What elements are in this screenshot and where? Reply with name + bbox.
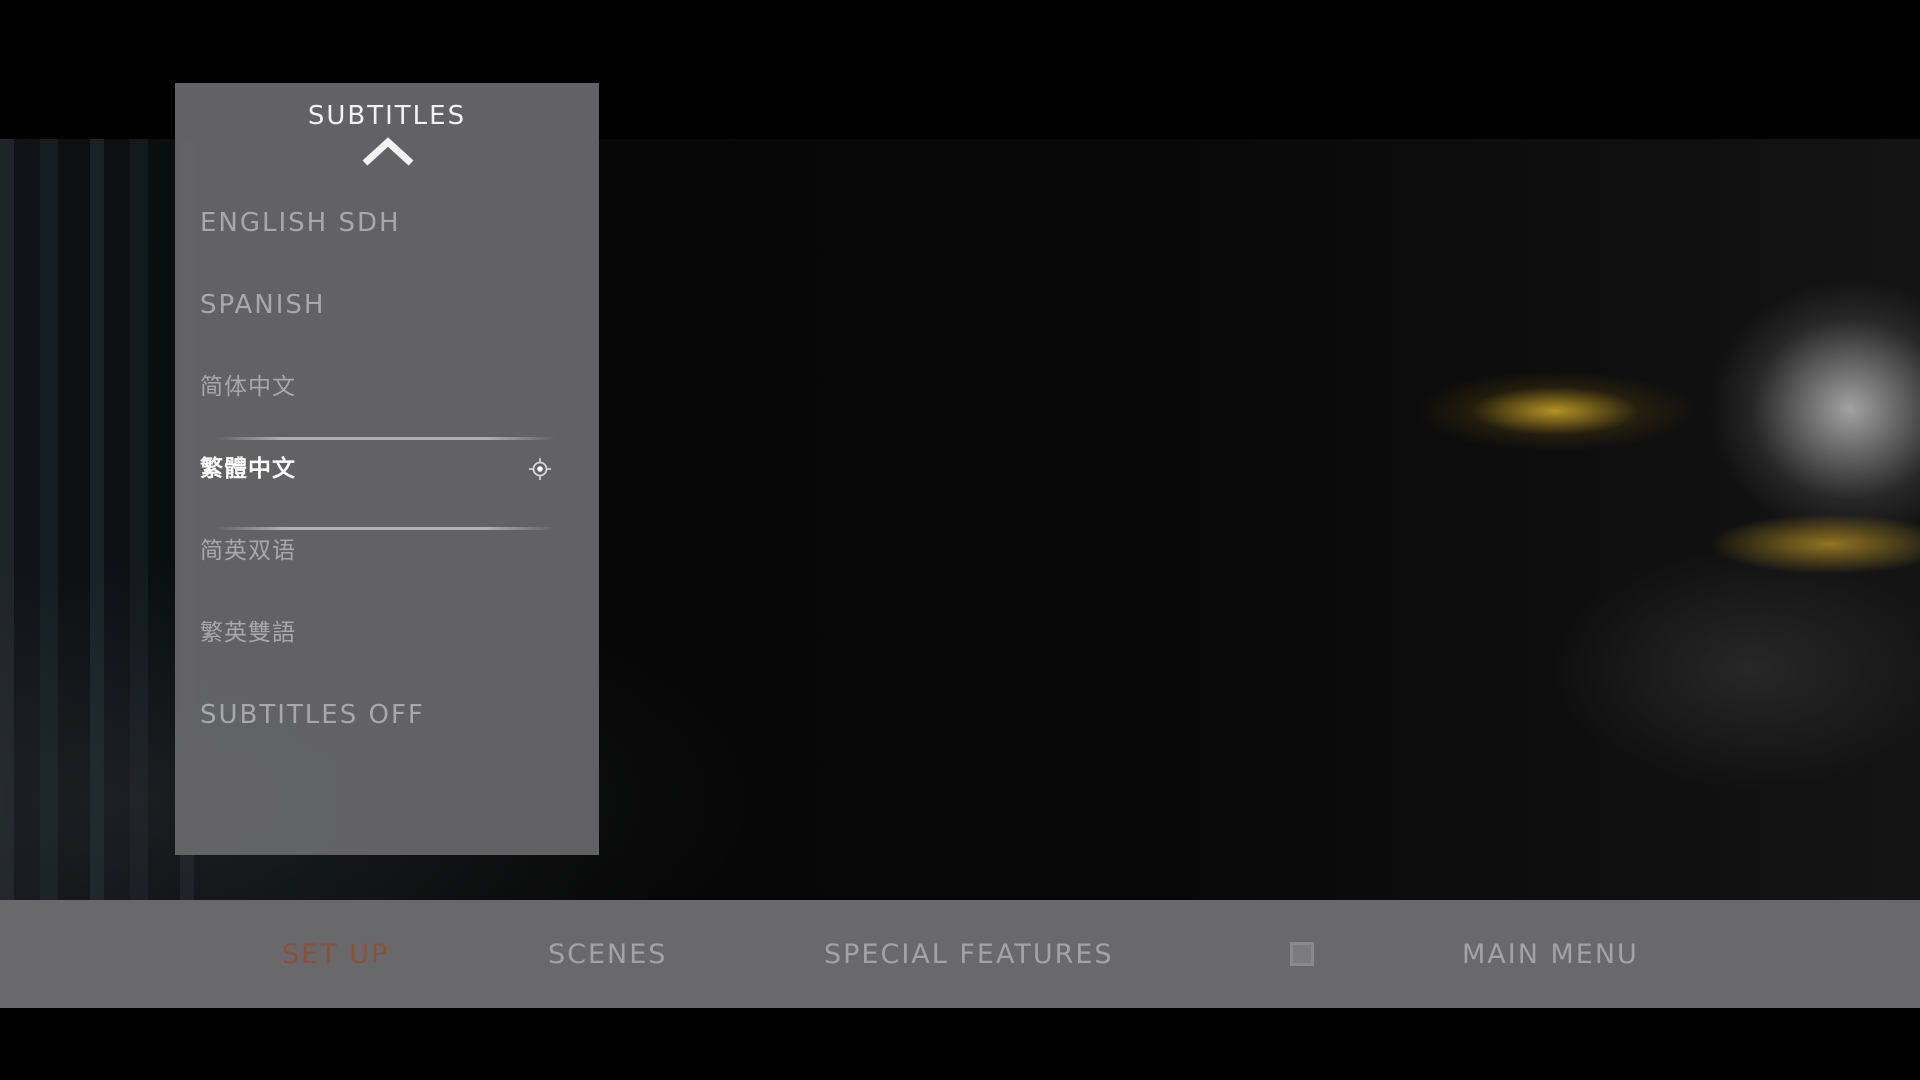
subtitle-option-english-sdh[interactable]: ENGLISH SDH bbox=[200, 201, 570, 245]
subtitles-panel: SUBTITLES ENGLISH SDH SPANISH 简体中文 繁體中文 … bbox=[175, 83, 599, 855]
crosshair-icon bbox=[529, 458, 551, 480]
screen: SUBTITLES ENGLISH SDH SPANISH 简体中文 繁體中文 … bbox=[0, 0, 1920, 1080]
nav-main-menu[interactable]: MAIN MENU bbox=[1462, 936, 1639, 974]
nav-set-up[interactable]: SET UP bbox=[282, 936, 389, 974]
nav-scenes[interactable]: SCENES bbox=[548, 936, 667, 974]
panel-title: SUBTITLES bbox=[307, 101, 467, 131]
subtitle-option-off[interactable]: SUBTITLES OFF bbox=[200, 693, 570, 737]
subtitle-option-traditional-chinese-english[interactable]: 繁英雙語 bbox=[200, 611, 570, 655]
subtitle-option-spanish[interactable]: SPANISH bbox=[200, 283, 570, 327]
chevron-up-icon[interactable] bbox=[362, 135, 414, 167]
bottom-navbar: SET UP SCENES SPECIAL FEATURES MAIN MENU bbox=[0, 900, 1920, 1008]
subtitle-option-simplified-chinese[interactable]: 简体中文 bbox=[200, 365, 570, 409]
subtitle-option-traditional-chinese[interactable]: 繁體中文 bbox=[200, 447, 570, 491]
nav-special-features[interactable]: SPECIAL FEATURES bbox=[824, 936, 1114, 974]
subtitle-option-label: 繁體中文 bbox=[200, 456, 296, 482]
stop-icon[interactable] bbox=[1290, 942, 1314, 966]
selection-line-top bbox=[215, 437, 555, 440]
subtitle-option-simplified-chinese-english[interactable]: 简英双语 bbox=[200, 529, 570, 573]
